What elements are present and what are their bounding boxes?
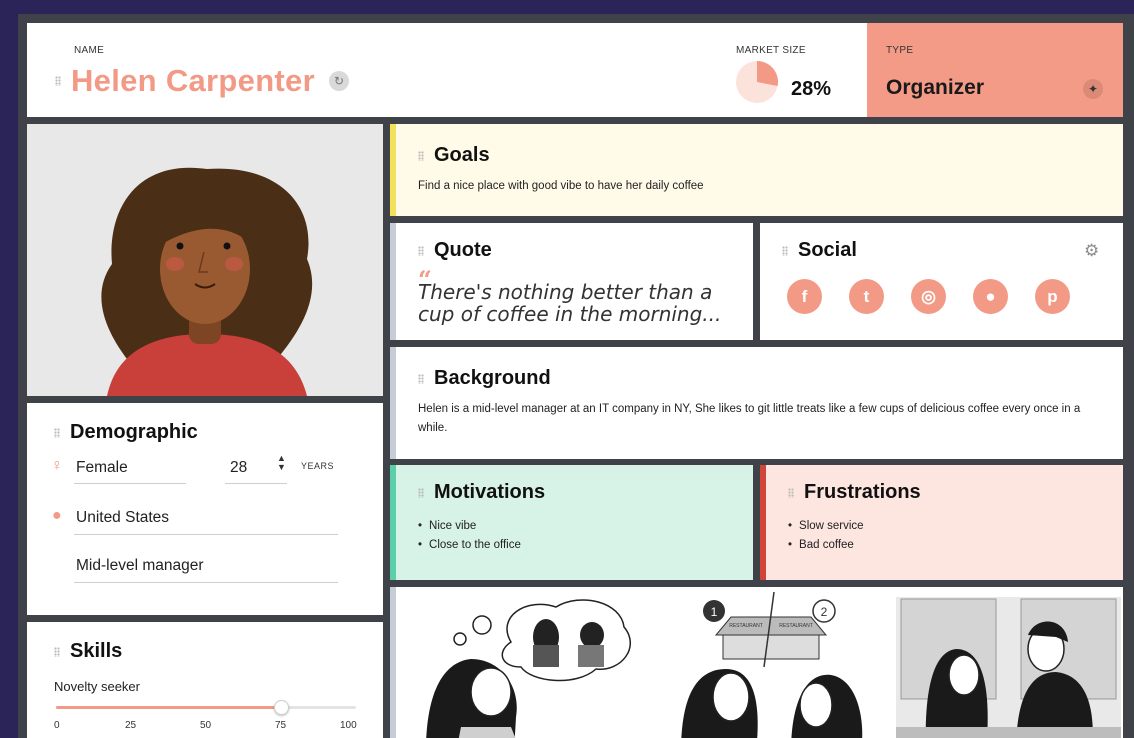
option-badge-2-label: 2 xyxy=(821,605,828,619)
persona-board: NAME Helen Carpenter ↻ MARKET SIZE 28% T… xyxy=(18,14,1134,738)
list-item[interactable]: Nice vibe xyxy=(418,517,521,536)
social-icons: f t ◎ ● p xyxy=(787,279,1070,314)
list-item[interactable]: Bad coffee xyxy=(788,536,864,555)
goals-card: Goals Find a nice place with good vibe t… xyxy=(390,124,1123,216)
market-size-value[interactable]: 28% xyxy=(791,78,831,101)
female-gender-icon: ♀ xyxy=(51,457,63,474)
lightbulb-icon[interactable]: ✦ xyxy=(1083,79,1103,99)
motivations-list: Nice vibe Close to the office xyxy=(418,517,521,555)
drag-handle-icon[interactable] xyxy=(782,245,788,256)
demographic-title-text: Demographic xyxy=(70,421,198,443)
quote-title: Quote xyxy=(418,239,492,262)
quote-title-text: Quote xyxy=(434,239,492,261)
skills-title: Skills xyxy=(54,640,122,663)
quote-card: Quote “ There's nothing better than a cu… xyxy=(390,223,753,340)
skill-tick-label: 100 xyxy=(340,720,357,731)
facebook-icon[interactable]: f xyxy=(787,279,822,314)
motivations-title-text: Motivations xyxy=(434,481,546,503)
drag-handle-icon[interactable] xyxy=(54,646,60,657)
drag-handle-icon[interactable] xyxy=(418,487,424,498)
age-unit: YEARS xyxy=(301,461,335,471)
header-card: NAME Helen Carpenter ↻ MARKET SIZE 28% xyxy=(27,23,867,117)
demographic-card: Demographic ♀ Female 28 ▲ ▼ YEARS ● Unite… xyxy=(27,403,383,615)
location-underline xyxy=(74,534,338,535)
frustrations-title-text: Frustrations xyxy=(804,481,921,503)
option-badge-1-label: 1 xyxy=(711,605,718,619)
skill-slider-fill xyxy=(56,706,281,709)
name-label: NAME xyxy=(74,45,105,56)
refresh-icon[interactable]: ↻ xyxy=(328,71,349,91)
location-icon[interactable]: ● xyxy=(973,279,1008,314)
age-underline xyxy=(225,483,287,484)
twitter-icon[interactable]: t xyxy=(849,279,884,314)
skill-name: Novelty seeker xyxy=(54,679,140,694)
gender-underline xyxy=(74,483,186,484)
type-value[interactable]: Organizer xyxy=(886,76,984,100)
persona-name[interactable]: Helen Carpenter xyxy=(71,63,315,99)
scene-cafe-date xyxy=(896,597,1121,738)
background-text[interactable]: Helen is a mid-level manager at an IT co… xyxy=(418,400,1098,438)
skill-tick-label: 25 xyxy=(125,720,137,731)
name-row: Helen Carpenter ↻ xyxy=(55,63,349,99)
drag-handle-icon[interactable] xyxy=(418,150,424,161)
quote-text[interactable]: There's nothing better than a cup of cof… xyxy=(418,281,738,325)
gender-field[interactable]: Female xyxy=(76,459,128,477)
motivations-title: Motivations xyxy=(418,481,545,504)
skill-slider-track[interactable] xyxy=(56,700,356,715)
social-title: Social xyxy=(782,239,857,262)
skill-tick-label: 50 xyxy=(200,720,212,731)
background-card: Background Helen is a mid-level manager … xyxy=(390,347,1123,459)
location-pin-icon: ● xyxy=(52,507,62,524)
social-card: Social ⚙ f t ◎ ● p xyxy=(760,223,1123,340)
location-field[interactable]: United States xyxy=(76,509,169,527)
restaurant-sign-left: RESTAURANT xyxy=(729,623,763,629)
drag-handle-icon[interactable] xyxy=(788,487,794,498)
goals-title-text: Goals xyxy=(434,144,490,166)
demographic-title: Demographic xyxy=(54,421,198,444)
background-title: Background xyxy=(418,367,551,390)
scenario-illustrations: 1 2 RESTAURANT RESTAURANT xyxy=(390,587,1123,738)
goals-text[interactable]: Find a nice place with good vibe to have… xyxy=(418,177,704,196)
skill-tick-label: 0 xyxy=(54,720,60,731)
background-title-text: Background xyxy=(434,367,551,389)
drag-handle-icon[interactable] xyxy=(54,427,60,438)
restaurant-sign-right: RESTAURANT xyxy=(779,623,813,629)
list-item[interactable]: Close to the office xyxy=(418,536,521,555)
scene-daydream xyxy=(426,599,631,738)
scenario-illustrations-svg: 1 2 RESTAURANT RESTAURANT xyxy=(426,591,1121,738)
avatar[interactable] xyxy=(27,124,383,396)
age-stepper[interactable]: ▲ ▼ xyxy=(277,454,286,472)
frustrations-card: Frustrations Slow service Bad coffee xyxy=(760,465,1123,580)
pinterest-icon[interactable]: p xyxy=(1035,279,1070,314)
age-field[interactable]: 28 xyxy=(230,459,247,477)
occupation-field[interactable]: Mid-level manager xyxy=(76,557,204,575)
avatar-illustration xyxy=(101,167,313,396)
skill-slider-handle[interactable] xyxy=(273,700,289,715)
frustrations-list: Slow service Bad coffee xyxy=(788,517,864,555)
occupation-underline xyxy=(74,582,338,583)
social-title-text: Social xyxy=(798,239,857,261)
motivations-card: Motivations Nice vibe Close to the offic… xyxy=(390,465,753,580)
drag-handle-icon[interactable] xyxy=(55,76,61,86)
goals-title: Goals xyxy=(418,144,490,167)
gear-icon[interactable]: ⚙ xyxy=(1084,241,1099,261)
market-size-label: MARKET SIZE xyxy=(736,45,806,56)
skills-title-text: Skills xyxy=(70,640,123,662)
type-card: TYPE Organizer ✦ xyxy=(867,23,1123,117)
skills-card: Skills Novelty seeker 0 25 50 75 100 xyxy=(27,622,383,738)
instagram-icon[interactable]: ◎ xyxy=(911,279,946,314)
drag-handle-icon[interactable] xyxy=(418,245,424,256)
market-size-pie[interactable] xyxy=(735,60,779,104)
drag-handle-icon[interactable] xyxy=(418,373,424,384)
frustrations-title: Frustrations xyxy=(788,481,921,504)
scene-choice: 1 2 RESTAURANT RESTAURANT xyxy=(681,591,863,738)
type-label: TYPE xyxy=(886,45,914,56)
list-item[interactable]: Slow service xyxy=(788,517,864,536)
pie-slice xyxy=(757,61,779,86)
skill-tick-label: 75 xyxy=(275,720,287,731)
